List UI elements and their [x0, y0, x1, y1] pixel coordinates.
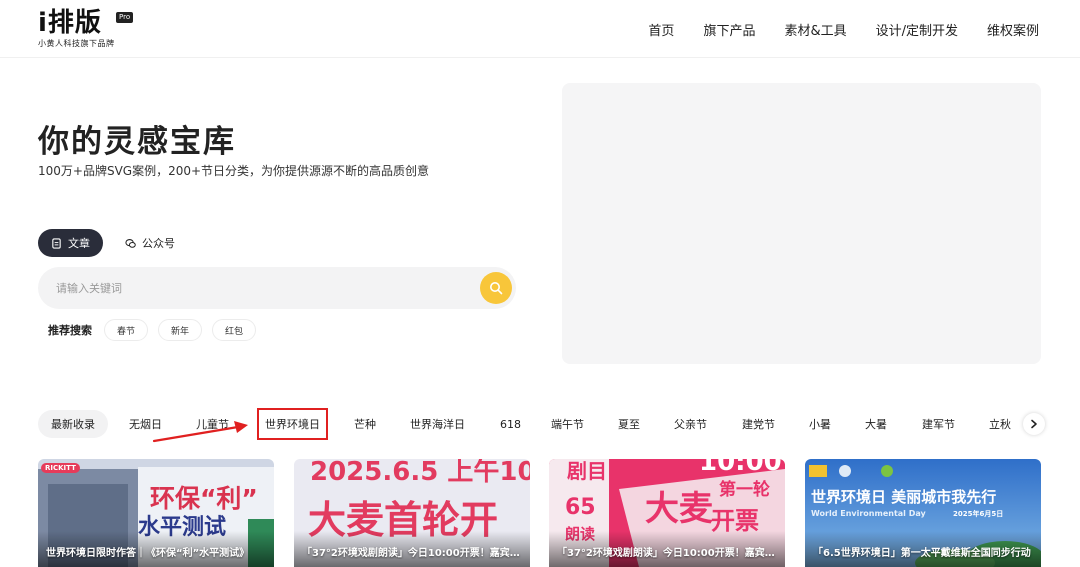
category-item[interactable]: 世界海洋日 — [410, 410, 465, 438]
category-item[interactable]: 立秋 — [989, 410, 1011, 438]
article-card[interactable]: 世界环境日 美丽城市我先行 World Environmental Day 20… — [805, 459, 1041, 567]
tab-official-account[interactable]: 公众号 — [121, 229, 179, 257]
category-item[interactable]: 小暑 — [809, 410, 831, 438]
category-item[interactable]: 大暑 — [865, 410, 887, 438]
card-title: 「6.5世界环境日」第一太平戴维斯全国同步行动 — [813, 548, 1031, 559]
category-item[interactable]: 建党节 — [742, 410, 775, 438]
logo-text: i排版 — [38, 8, 102, 38]
rec-tag-spring-festival[interactable]: 春节 — [104, 319, 149, 341]
card-image-headline: 大麦 — [645, 489, 713, 529]
recommended-search: 推荐搜索 春节 新年 红包 — [48, 319, 257, 341]
category-item[interactable]: 父亲节 — [674, 410, 707, 438]
wechat-icon — [125, 238, 136, 248]
card-image-label: 10:00 — [699, 459, 782, 477]
search-bar — [38, 267, 516, 309]
logo-pro-badge: Pro — [116, 12, 134, 23]
category-next-button[interactable] — [1023, 413, 1045, 435]
page: i排版 Pro 小黄人科技旗下品牌 首页 旗下产品 素材&工具 设计/定制开发 … — [0, 0, 1080, 567]
rec-tag-red-envelope[interactable]: 红包 — [212, 319, 257, 341]
nav-rights-cases[interactable]: 维权案例 — [987, 20, 1039, 39]
card-image-headline: 世界环境日 美丽城市我先行 — [811, 488, 997, 506]
hero-title: 你的灵感宝库 — [38, 124, 236, 160]
recommended-search-label: 推荐搜索 — [48, 324, 92, 337]
article-card[interactable]: RICKITT 环保“利” 水平测试 世界环境日限时作答｜《环保“利”水平测试》 — [38, 459, 274, 567]
card-image-label: 65 — [565, 495, 596, 520]
card-image-headline: 2025.6.5 上午10: — [310, 459, 530, 487]
search-icon — [490, 282, 503, 295]
nav-products[interactable]: 旗下产品 — [703, 20, 755, 39]
search-button[interactable] — [480, 272, 512, 304]
card-image-label: 剧目 — [567, 459, 607, 483]
card-title: 「37°2环境戏剧朗读」今日10:00开票！嘉宾阵容揭晓 — [302, 548, 530, 559]
card-image-headline: 第一轮 — [719, 480, 770, 500]
logo-subtitle: 小黄人科技旗下品牌 — [38, 39, 115, 48]
tab-article[interactable]: 文章 — [38, 229, 103, 257]
category-item[interactable]: 芒种 — [354, 410, 376, 438]
rec-tag-new-year[interactable]: 新年 — [158, 319, 203, 341]
document-icon — [52, 237, 61, 249]
card-brand-badge: RICKITT — [41, 463, 80, 473]
logo[interactable]: i排版 Pro 小黄人科技旗下品牌 — [38, 8, 134, 49]
main-nav: 首页 旗下产品 素材&工具 设计/定制开发 维权案例 — [648, 20, 1039, 39]
hero-subtitle: 100万+品牌SVG案例，200+节日分类，为你提供源源不断的高品质创意 — [38, 164, 430, 178]
top-header: i排版 Pro 小黄人科技旗下品牌 首页 旗下产品 素材&工具 设计/定制开发 … — [0, 0, 1080, 58]
article-card[interactable]: 2025.6.5 上午10: 大麦首轮开 「37°2环境戏剧朗读」今日10:00… — [294, 459, 530, 567]
tab-official-account-label: 公众号 — [142, 237, 175, 250]
card-image-date: 2025年6月5日 — [953, 510, 1004, 518]
tab-article-label: 文章 — [68, 237, 90, 250]
nav-home[interactable]: 首页 — [648, 20, 674, 39]
category-item[interactable]: 端午节 — [551, 410, 584, 438]
card-image-subtitle: World Environmental Day — [811, 509, 926, 518]
search-type-tabs: 文章 公众号 — [38, 229, 179, 257]
chevron-right-icon — [1031, 419, 1037, 429]
search-input[interactable] — [56, 267, 476, 309]
category-item[interactable]: 建军节 — [922, 410, 955, 438]
category-latest[interactable]: 最新收录 — [38, 410, 108, 438]
nav-materials-tools[interactable]: 素材&工具 — [784, 20, 846, 39]
card-title: 世界环境日限时作答｜《环保“利”水平测试》 — [46, 548, 250, 559]
category-world-environment-day[interactable]: 世界环境日 — [257, 408, 328, 440]
hero-banner-placeholder[interactable] — [562, 83, 1041, 364]
card-title: 「37°2环境戏剧朗读」今日10:00开票！嘉宾阵容揭晓 — [557, 548, 785, 559]
category-item[interactable]: 618 — [500, 410, 521, 438]
category-item[interactable]: 夏至 — [618, 410, 640, 438]
article-card[interactable]: 剧目 65 朗读 大麦 第一轮 开票 10:00 「37°2环境戏剧朗读」今日1… — [549, 459, 785, 567]
annotation-arrow — [152, 421, 248, 443]
nav-design-dev[interactable]: 设计/定制开发 — [876, 20, 958, 39]
